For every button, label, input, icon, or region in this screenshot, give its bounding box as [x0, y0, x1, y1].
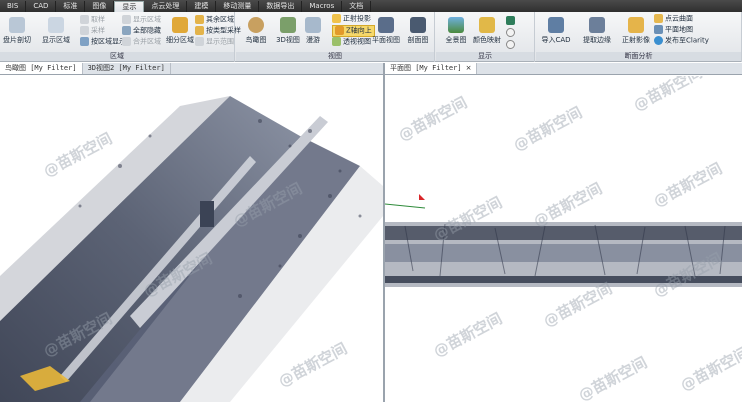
btn-show-region[interactable]: 显示区域	[122, 15, 161, 25]
btn-terrain[interactable]	[506, 16, 517, 26]
btn-other-region[interactable]: 其余区域	[195, 15, 234, 25]
menu-tab[interactable]: BIS	[0, 1, 27, 12]
btn-merge-region[interactable]: 合并区域	[122, 37, 161, 47]
btn-range[interactable]: 显示范围	[195, 37, 234, 47]
right-view-tabs: 平面图 [My Filter] ×	[385, 63, 742, 75]
point-surface-icon	[654, 14, 663, 23]
section-middle	[385, 244, 742, 262]
close-icon[interactable]: ×	[466, 64, 472, 72]
group-label-display: 显示	[436, 52, 534, 61]
menu-tab[interactable]: 数据导出	[259, 1, 303, 12]
birdseye-icon	[248, 17, 264, 33]
range-icon	[195, 37, 204, 46]
ortho-image-icon	[628, 17, 644, 33]
color-map-button[interactable]: 颜色映射	[470, 14, 504, 45]
left-view-tabs: 鸟瞰图 [My Filter] 3D视图2 [My Filter]	[0, 63, 383, 75]
menu-tab[interactable]: 建模	[187, 1, 217, 12]
other-region-icon	[195, 15, 204, 24]
btn-hide-all[interactable]: 全部隐藏	[122, 26, 161, 36]
btn-plane-map[interactable]: 平面地图	[654, 25, 693, 35]
menu-tab-bar: BIS CAD 标准 图像 显示 点云处理 建模 移动测量 数据导出 Macros 文档	[0, 0, 742, 12]
walk-button[interactable]: 漫游	[298, 14, 328, 45]
btn-sample[interactable]: 取样	[80, 15, 105, 25]
import-cad-icon	[548, 17, 564, 33]
section-icon	[410, 17, 426, 33]
light-icon	[506, 28, 515, 37]
birdseye-viewport[interactable]: @苗斯空间 @苗斯空间 @苗斯空间 @苗斯空间 @苗斯空间	[0, 76, 383, 402]
view3d-icon	[280, 17, 296, 33]
section-top	[385, 226, 742, 240]
btn-sample2[interactable]: 采样	[80, 26, 105, 36]
fine-region-button[interactable]: 细分区域	[163, 14, 197, 45]
ribbon-group-view: 鸟瞰图 3D视图 漫游 正射投影 Z轴向上 透视视图 平面视图 剖面图 视图	[236, 12, 435, 62]
pole	[200, 201, 214, 227]
color-map-icon	[479, 17, 495, 33]
sphere-icon	[506, 40, 515, 49]
menu-tab[interactable]: 移动测量	[216, 1, 260, 12]
menu-tab[interactable]: 显示	[114, 1, 145, 12]
hide-all-icon	[122, 26, 131, 35]
btn-by-region[interactable]: 按区域显示	[80, 37, 126, 47]
menu-tab[interactable]: 文档	[342, 1, 372, 12]
birdseye-button[interactable]: 鸟瞰图	[238, 14, 274, 45]
by-region-icon	[80, 37, 89, 46]
cut-icon	[9, 17, 25, 33]
plane-view-icon	[378, 17, 394, 33]
ortho-image-button[interactable]: 正射影像	[618, 14, 654, 45]
group-label-view: 视图	[236, 52, 434, 61]
ribbon-group-display: 全景图 颜色映射 显示	[436, 12, 535, 62]
ribbon-group-region: 盘片剖切 显示区域 取样 采样 按区域显示 显示区域 全部隐藏 合并区域 细分区…	[0, 12, 241, 62]
ribbon-group-section: 导入CAD 提取边缘 正射影像 点云曲面 平面地图 发布至Clarity 断面分…	[536, 12, 742, 62]
ribbon: 盘片剖切 显示区域 取样 采样 按区域显示 显示区域 全部隐藏 合并区域 细分区…	[0, 12, 742, 62]
tab-birdseye[interactable]: 鸟瞰图 [My Filter]	[0, 63, 83, 74]
btn-point-surface[interactable]: 点云曲面	[654, 14, 693, 24]
panorama-button[interactable]: 全景图	[438, 14, 474, 45]
section-button[interactable]: 剖面图	[402, 14, 434, 45]
plane-map-icon	[654, 25, 663, 34]
menu-tab[interactable]: Macros	[302, 1, 343, 12]
persp-icon	[332, 37, 341, 46]
sample-icon	[80, 15, 89, 24]
point-cloud-section	[385, 194, 742, 287]
z-up-icon	[335, 26, 344, 35]
show-region-icon	[122, 15, 131, 24]
import-cad-button[interactable]: 导入CAD	[536, 14, 576, 45]
merge-icon	[122, 37, 131, 46]
tab-plane-view[interactable]: 平面图 [My Filter] ×	[385, 63, 478, 74]
region-display-button[interactable]: 显示区域	[36, 14, 76, 45]
fine-region-icon	[172, 17, 188, 33]
point-cloud-3d	[0, 96, 383, 402]
sample-type-icon	[195, 26, 204, 35]
plane-view-button[interactable]: 平面视图	[368, 14, 404, 45]
terrain-icon	[506, 16, 515, 25]
group-label-region: 区域	[0, 52, 234, 61]
ortho-proj-icon	[332, 14, 341, 23]
extract-edge-icon	[589, 17, 605, 33]
menu-tab[interactable]: 标准	[56, 1, 86, 12]
axis-marker-red	[419, 194, 425, 200]
menu-tab[interactable]: 点云处理	[144, 1, 188, 12]
btn-sample-type[interactable]: 按类型采样	[195, 26, 241, 36]
btn-persp[interactable]: 透视视图	[332, 37, 371, 47]
extract-edge-button[interactable]: 提取边缘	[576, 14, 618, 45]
menu-tab[interactable]: CAD	[26, 1, 57, 12]
group-label-section: 断面分析	[536, 52, 741, 61]
region-icon	[48, 17, 64, 33]
section-road	[385, 276, 742, 283]
walk-icon	[305, 17, 321, 33]
panorama-icon	[448, 17, 464, 33]
sample2-icon	[80, 26, 89, 35]
btn-sphere[interactable]	[506, 40, 517, 50]
btn-light[interactable]	[506, 28, 517, 38]
btn-publish-clarity[interactable]: 发布至Clarity	[654, 36, 709, 46]
axis-x-line	[385, 203, 426, 209]
cut-button[interactable]: 盘片剖切	[0, 14, 34, 45]
tab-3dview2[interactable]: 3D视图2 [My Filter]	[83, 63, 171, 74]
btn-ortho-proj[interactable]: 正射投影	[332, 14, 371, 24]
plane-viewport[interactable]: @苗斯空间 @苗斯空间 @苗斯空间 @苗斯空间 @苗斯空间 @苗斯空间 @苗斯空…	[385, 76, 742, 402]
menu-tab[interactable]: 图像	[85, 1, 115, 12]
clarity-icon	[654, 36, 663, 45]
